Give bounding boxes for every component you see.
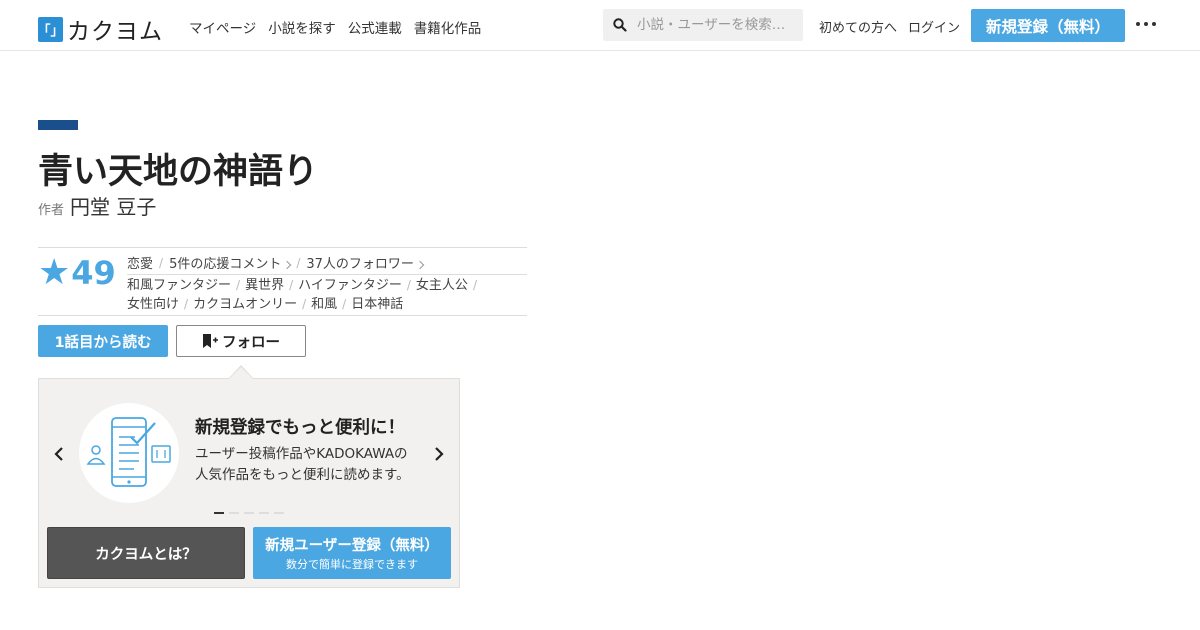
author-label: 作者 [38,203,65,218]
about-kakuyomu-button[interactable]: カクヨムとは？ [47,527,245,579]
followers-label: 37人のフォロワー [306,257,414,272]
author-line: 作者 円堂 豆子 [38,191,156,220]
tag-item[interactable]: ハイファンタジー [298,278,402,293]
star-icon: ★ [38,252,71,293]
first-time-link[interactable]: 初めての方へ [819,17,897,36]
search-icon[interactable] [603,18,637,32]
star-count: 49 [71,254,116,292]
register-user-button[interactable]: 新規ユーザー登録（無料） 数分で簡単に登録できます [253,527,451,579]
carousel-dot[interactable] [229,512,239,514]
promo-title: 新規登録でもっと便利に！ [195,418,405,438]
tag-item[interactable]: 女性向け [127,297,179,312]
read-first-episode-button[interactable]: 1話目から読む [38,325,168,357]
chevron-right-icon [283,260,292,270]
nav-official-series[interactable]: 公式連載 [348,17,402,37]
promo-description: ユーザー投稿作品やKADOKAWAの 人気作品をもっと便利に読めます。 [195,444,425,486]
kakuyomu-logo[interactable]: 「」 カクヨム [38,12,163,46]
promo-desc-line: ユーザー投稿作品やKADOKAWAの [195,446,408,462]
carousel-dot[interactable] [214,512,224,514]
site-header: 「」 カクヨム マイページ 小説を探す 公式連載 書籍化作品 初めての方へ ログ… [0,0,1200,51]
comments-link[interactable]: 5件の応援コメント [169,253,292,272]
author-name-link[interactable]: 円堂 豆子 [70,191,156,220]
more-menu-icon[interactable] [1136,22,1156,26]
signup-button[interactable]: 新規登録（無料） [971,9,1125,42]
tag-item[interactable]: カクヨムオンリー [193,297,297,312]
promo-desc-line: 人気作品をもっと便利に読めます。 [195,467,410,483]
search-input[interactable] [637,17,797,33]
bookmark-plus-icon [203,334,218,348]
nav-mypage[interactable]: マイページ [189,17,256,37]
follow-button[interactable]: フォロー [176,325,306,357]
carousel-dot[interactable] [259,512,269,514]
followers-link[interactable]: 37人のフォロワー [306,253,425,272]
promo-caret-inner [229,367,253,379]
carousel-dot[interactable] [244,512,254,514]
smartphone-illustration-icon [79,403,179,503]
main-nav: マイページ 小説を探す 公式連載 書籍化作品 [189,17,481,37]
search-box [603,9,803,41]
tag-item[interactable]: 和風 [311,297,337,312]
genre-link[interactable]: 恋愛 [127,253,153,272]
tag-item[interactable]: 女主人公 [416,278,468,293]
login-link[interactable]: ログイン [908,17,960,36]
work-title[interactable]: 青い天地の神語り [38,143,318,194]
carousel-next-icon[interactable] [432,445,446,467]
follow-label: フォロー [222,334,280,351]
meta-row: 恋愛 / 5件の応援コメント / 37人のフォロワー [127,251,527,275]
comments-label: 5件の応援コメント [169,257,282,272]
tag-item[interactable]: 日本神話 [351,297,403,312]
carousel-prev-icon[interactable] [52,445,66,467]
carousel-dot[interactable] [274,512,284,514]
logo-text: カクヨム [67,19,163,45]
carousel-dots [214,512,284,514]
title-accent-bar [38,120,78,130]
register-main-label: 新規ユーザー登録（無料） [265,538,439,554]
logo-mark-icon: 「」 [38,16,64,42]
nav-published-works[interactable]: 書籍化作品 [414,17,482,37]
star-rating[interactable]: ★ 49 [38,253,116,293]
tag-item[interactable]: 異世界 [245,278,284,293]
register-sub-label: 数分で簡単に登録できます [286,558,418,571]
nav-find-novels[interactable]: 小説を探す [268,17,336,37]
chevron-right-icon [415,260,425,270]
tag-list: 和風ファンタジー / 異世界 / ハイファンタジー / 女主人公 / 女性向け / カクヨムオンリー… [127,278,477,312]
tag-item[interactable]: 和風ファンタジー [127,278,231,293]
work-meta: ★ 49 恋愛 / 5件の応援コメント / 37人のフォロワー 和風ファンタジー… [38,247,527,316]
